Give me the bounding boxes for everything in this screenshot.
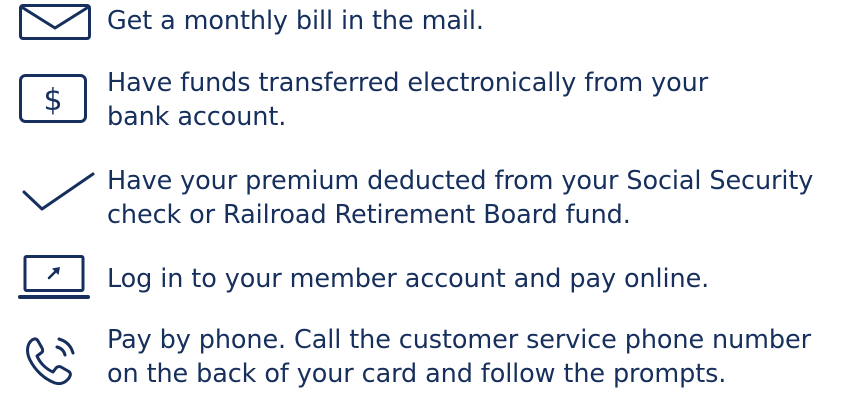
payment-option-text: Pay by phone. Call the customer service … <box>107 323 811 391</box>
checkmark-icon <box>22 172 96 212</box>
text-line: Pay by phone. Call the customer service … <box>107 325 811 355</box>
text-line: bank account. <box>107 102 287 132</box>
text-line: Have your premium deducted from your Soc… <box>107 166 814 196</box>
text-line: Get a monthly bill in the mail. <box>107 6 484 36</box>
payment-option-text: Log in to your member account and pay on… <box>107 262 709 296</box>
laptop-icon <box>18 255 90 300</box>
payment-option-text: Get a monthly bill in the mail. <box>107 4 484 38</box>
envelope-icon <box>19 4 91 40</box>
payment-option-text: Have funds transferred electronically fr… <box>107 66 708 134</box>
text-line: Log in to your member account and pay on… <box>107 264 710 294</box>
text-line: check or Railroad Retirement Board fund. <box>107 200 631 230</box>
text-line: Have funds transferred electronically fr… <box>107 68 709 98</box>
phone-icon <box>24 334 80 386</box>
payment-option-text: Have your premium deducted from your Soc… <box>107 164 813 232</box>
text-line: on the back of your card and follow the … <box>107 359 727 389</box>
dollar-symbol: $ <box>43 83 62 118</box>
dollar-icon: $ <box>19 74 87 124</box>
